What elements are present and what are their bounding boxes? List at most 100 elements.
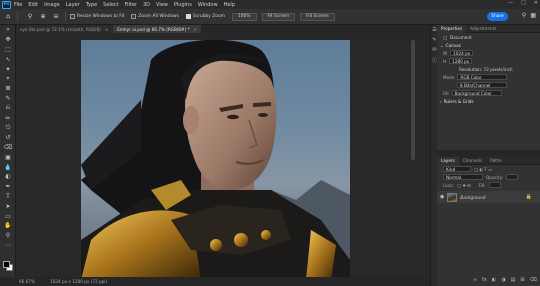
link-icon[interactable]: ∞ xyxy=(473,277,477,283)
zoom-in-icon[interactable]: ⊕ xyxy=(38,12,48,22)
tab-label: Emhyr ai.psd @ 66.7% (RGB/8#) * xyxy=(117,26,190,32)
menu-view[interactable]: View xyxy=(156,2,168,8)
width-label: W xyxy=(443,50,448,56)
frame-tool-icon[interactable]: ⊠ xyxy=(0,84,16,94)
layer-background[interactable]: ◉ Background 🔒 xyxy=(437,191,540,203)
folder-icon[interactable]: ▤ xyxy=(511,277,516,283)
menu-image[interactable]: Image xyxy=(44,2,60,8)
eyedropper-tool-icon[interactable]: ✎ xyxy=(0,94,16,104)
options-bar: ⌂ ⚲ ⊕ ⊖ Resize Windows to Fit Zoom All W… xyxy=(0,9,540,25)
zoom-tool-icon[interactable]: ⚲ xyxy=(0,231,16,241)
photoshop-logo: Ps xyxy=(2,0,11,9)
fx-icon[interactable]: fx xyxy=(482,277,487,283)
menu-layer[interactable]: Layer xyxy=(66,2,80,8)
tab-adjustments[interactable]: Adjustments xyxy=(466,25,500,33)
zoom-100-button[interactable]: 100% xyxy=(231,12,257,21)
hand-tool-icon[interactable]: ✋ xyxy=(0,221,16,231)
menu-edit[interactable]: Edit xyxy=(28,2,38,8)
checkbox-label: Zoom All Windows xyxy=(138,14,179,19)
layer-kind-filter[interactable]: Kind xyxy=(443,166,471,172)
zoom-tool-icon[interactable]: ⚲ xyxy=(25,12,35,22)
rulers-grids-header[interactable]: › Rulers & Grids xyxy=(437,97,540,105)
lasso-tool-icon[interactable]: ➴ xyxy=(0,54,16,64)
path-select-icon[interactable]: ➤ xyxy=(0,201,16,211)
fit-screen-button[interactable]: Fit Screen xyxy=(261,12,296,21)
visibility-eye-icon[interactable]: ◉ xyxy=(440,194,444,200)
fill-screen-button[interactable]: Fill Screen xyxy=(300,12,335,21)
quick-select-tool-icon[interactable]: ✦ xyxy=(0,64,16,74)
resolution-text: Resolution: 72 pixels/inch xyxy=(459,66,513,72)
clone-stamp-icon[interactable]: ⎋ xyxy=(0,123,16,133)
crop-tool-icon[interactable]: ⌖ xyxy=(0,74,16,84)
healing-brush-icon[interactable]: ⎌ xyxy=(0,103,16,113)
vertical-scrollbar[interactable] xyxy=(411,40,415,160)
menu-window[interactable]: Window xyxy=(198,2,218,8)
zoom-out-icon[interactable]: ⊖ xyxy=(51,12,61,22)
eraser-tool-icon[interactable]: ⌫ xyxy=(0,143,16,153)
chevron-right-icon: › xyxy=(440,98,442,104)
brush-tool-icon[interactable]: ✏ xyxy=(0,113,16,123)
zoom-level[interactable]: 66.67% xyxy=(19,279,35,284)
layer-filter-row: Kind □ ◐ T ▭ xyxy=(437,165,540,173)
pen-tool-icon[interactable]: ✒ xyxy=(0,182,16,192)
marquee-tool-icon[interactable]: ⬚ xyxy=(0,45,16,55)
dodge-tool-icon[interactable]: ◐ xyxy=(0,172,16,182)
tab-paths[interactable]: Paths xyxy=(486,157,505,165)
rectangle-tool-icon[interactable]: ▭ xyxy=(0,211,16,221)
close-tab-icon[interactable]: × xyxy=(194,27,198,32)
more-tools-icon[interactable]: ⋯ xyxy=(0,241,16,251)
mask-icon[interactable]: ◐ xyxy=(492,277,496,283)
home-icon[interactable]: ⌂ xyxy=(3,12,13,22)
lock-options-icons[interactable]: □ ✚ ⊞ xyxy=(457,183,471,188)
menu-filter[interactable]: Filter xyxy=(125,2,137,8)
fill-select[interactable]: Background Color xyxy=(451,90,502,96)
foreground-color-swatch[interactable] xyxy=(3,261,10,268)
menu-3d[interactable]: 3D xyxy=(143,2,150,8)
collapse-chevron-icon[interactable]: » xyxy=(0,25,16,35)
zoom-all-windows-checkbox[interactable]: Zoom All Windows xyxy=(131,14,179,19)
chevron-down-icon: ⌄ xyxy=(440,42,444,48)
menu-type[interactable]: Type xyxy=(86,2,97,8)
type-tool-icon[interactable]: T xyxy=(0,192,16,202)
tab-properties[interactable]: Properties xyxy=(437,24,467,33)
gradient-tool-icon[interactable]: ▣ xyxy=(0,152,16,162)
trash-icon[interactable]: ⌫ xyxy=(530,277,537,283)
close-tab-icon[interactable]: × xyxy=(105,27,109,32)
scrubby-zoom-checkbox[interactable]: Scrubby Zoom xyxy=(185,14,225,19)
width-field[interactable]: 1024 px xyxy=(450,50,474,56)
history-brush-icon[interactable]: ↺ xyxy=(0,133,16,143)
blur-tool-icon[interactable]: 💧 xyxy=(0,162,16,172)
workspace-icon[interactable]: ▦ xyxy=(530,12,536,19)
resize-windows-checkbox[interactable]: Resize Windows to Fit xyxy=(70,14,124,19)
adjustment-icon[interactable]: ◑ xyxy=(501,277,505,283)
canvas-section-header[interactable]: ⌄ Canvas xyxy=(437,41,540,49)
bit-depth-select[interactable]: 8 Bits/Channel xyxy=(457,82,507,88)
tab-vye-ste[interactable]: vye Ste.psd @ 72.1% (smooth, RGB/8) × xyxy=(16,25,113,33)
blend-mode-select[interactable]: Normal xyxy=(443,174,483,180)
menu-help[interactable]: Help xyxy=(224,2,235,8)
mode-row: Mode RGB Color xyxy=(437,73,540,81)
document-canvas[interactable] xyxy=(81,40,350,280)
menu-file[interactable]: File xyxy=(14,2,22,8)
menu-select[interactable]: Select xyxy=(103,2,118,8)
close-icon[interactable]: ✕ xyxy=(534,0,538,6)
share-button[interactable]: Share xyxy=(487,12,508,21)
minimize-icon[interactable]: — xyxy=(508,0,513,6)
checkbox-label: Resize Windows to Fit xyxy=(77,14,125,19)
height-label: H xyxy=(443,58,447,64)
height-field[interactable]: 1280 px xyxy=(449,58,473,64)
tab-emhyr-ai[interactable]: Emhyr ai.psd @ 66.7% (RGB/8#) * × xyxy=(113,25,202,33)
move-tool-icon[interactable]: ✥ xyxy=(0,35,16,45)
maximize-icon[interactable]: □ xyxy=(521,0,526,6)
tab-layers[interactable]: Layers xyxy=(437,156,459,165)
menu-plugins[interactable]: Plugins xyxy=(174,2,192,8)
opacity-field[interactable] xyxy=(506,174,519,180)
tab-channels[interactable]: Channels xyxy=(459,157,486,165)
new-layer-icon[interactable]: ⊞ xyxy=(520,277,524,283)
layer-actions: ∞ fx ◐ ◑ ▤ ⊞ ⌫ xyxy=(467,276,537,284)
fill-field[interactable] xyxy=(488,182,501,188)
photoshop-window: Ps File Edit Image Layer Type Select Fil… xyxy=(0,0,540,286)
color-mode-select[interactable]: RGB Color xyxy=(457,74,508,80)
search-icon[interactable]: ⚲ xyxy=(522,12,526,19)
checkbox-label: Scrubby Zoom xyxy=(192,14,225,19)
